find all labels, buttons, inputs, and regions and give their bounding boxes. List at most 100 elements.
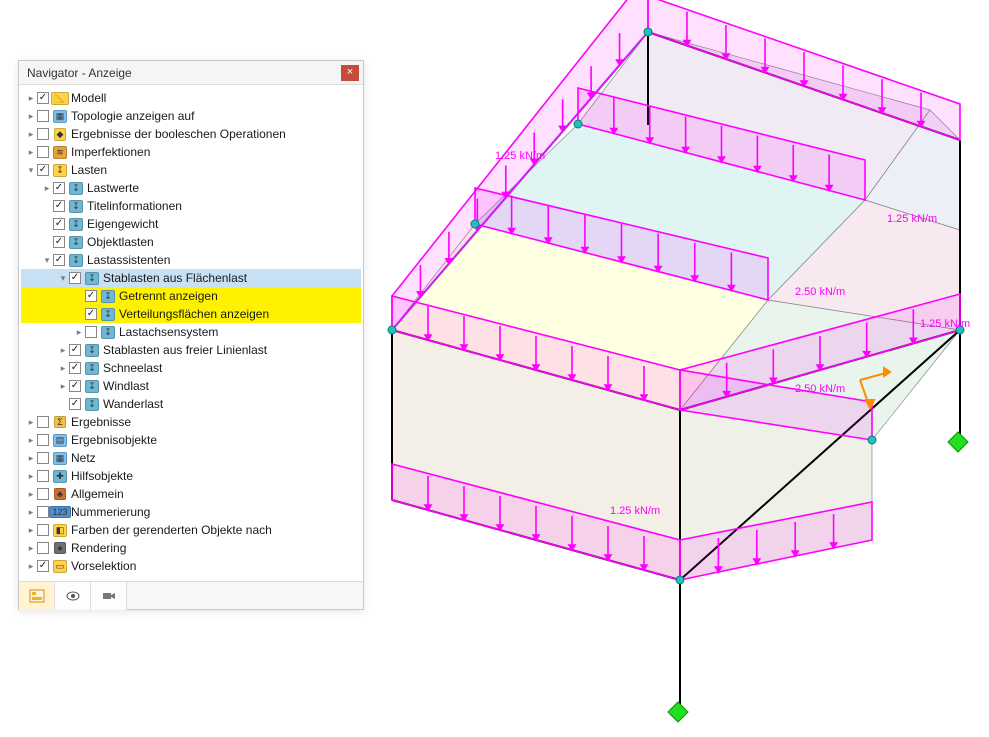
tree-item[interactable]: ▸●Rendering [21, 539, 361, 557]
checkbox[interactable] [37, 524, 49, 536]
checkbox[interactable] [37, 560, 49, 572]
expand-toggle[interactable]: ▸ [25, 93, 37, 104]
tree-item[interactable]: ▾↧Stablasten aus Flächenlast [21, 269, 361, 287]
expand-toggle[interactable]: ▸ [25, 561, 37, 572]
checkbox[interactable] [69, 362, 81, 374]
expand-toggle[interactable]: ▸ [25, 489, 37, 500]
checkbox[interactable] [53, 182, 65, 194]
tree-item[interactable]: ▸123Nummerierung [21, 503, 361, 521]
node-marker[interactable] [676, 576, 684, 584]
checkbox[interactable] [85, 290, 97, 302]
checkbox[interactable] [69, 272, 81, 284]
tree-item[interactable]: ▸▦Netz [21, 449, 361, 467]
tree-item[interactable]: ▸▭Vorselektion [21, 557, 361, 575]
tree-item[interactable]: ↧Objektlasten [21, 233, 361, 251]
tree-item[interactable]: ↧Verteilungsflächen anzeigen [21, 305, 361, 323]
panel-header: Navigator - Anzeige × [19, 61, 363, 85]
checkbox[interactable] [37, 542, 49, 554]
checkbox[interactable] [69, 398, 81, 410]
model-icon: 📐 [52, 91, 68, 105]
checkbox[interactable] [37, 506, 49, 518]
navigator-panel: Navigator - Anzeige × ▸📐Modell▸▦Topologi… [18, 60, 364, 610]
tree-item[interactable]: ↧Getrennt anzeigen [21, 287, 361, 305]
tree-item[interactable]: ↧Titelinformationen [21, 197, 361, 215]
tree-item[interactable]: ↧Wanderlast [21, 395, 361, 413]
tree-item-label: Schneelast [103, 361, 162, 375]
node-marker[interactable] [471, 220, 479, 228]
tree-item-label: Allgemein [71, 487, 124, 501]
tree-item[interactable]: ▾↧Lastassistenten [21, 251, 361, 269]
node-marker[interactable] [644, 28, 652, 36]
load-value-label: 2.50 kN/m [795, 286, 845, 298]
checkbox[interactable] [53, 200, 65, 212]
support-marker[interactable] [948, 432, 968, 452]
checkbox[interactable] [37, 452, 49, 464]
expand-toggle[interactable]: ▸ [25, 507, 37, 518]
expand-toggle[interactable]: ▾ [41, 255, 53, 266]
checkbox[interactable] [37, 164, 49, 176]
expand-toggle[interactable]: ▸ [57, 345, 69, 356]
tree-item[interactable]: ▾↧Lasten [21, 161, 361, 179]
node-marker[interactable] [574, 120, 582, 128]
checkbox[interactable] [37, 110, 49, 122]
tree-item[interactable]: ▸✚Hilfsobjekte [21, 467, 361, 485]
checkbox[interactable] [37, 128, 49, 140]
footer-tab-views[interactable] [55, 582, 91, 610]
expand-toggle[interactable]: ▸ [57, 381, 69, 392]
expand-toggle[interactable]: ▸ [41, 183, 53, 194]
checkbox[interactable] [53, 254, 65, 266]
tree-item[interactable]: ▸ΣErgebnisse [21, 413, 361, 431]
tree-item[interactable]: ↧Eigengewicht [21, 215, 361, 233]
expand-toggle[interactable]: ▸ [25, 147, 37, 158]
tree-item[interactable]: ▸▤Ergebnisobjekte [21, 431, 361, 449]
tree-item-label: Windlast [103, 379, 149, 393]
node-marker[interactable] [868, 436, 876, 444]
checkbox[interactable] [53, 236, 65, 248]
expand-toggle[interactable]: ▸ [25, 417, 37, 428]
checkbox[interactable] [37, 434, 49, 446]
model-viewport[interactable]: 1.25 kN/m1.25 kN/m2.50 kN/m1.25 kN/m2.50… [370, 0, 988, 734]
tree-item-label: Rendering [71, 541, 126, 555]
tree-item[interactable]: ▸↧Stablasten aus freier Linienlast [21, 341, 361, 359]
checkbox[interactable] [37, 416, 49, 428]
expand-toggle[interactable]: ▸ [25, 129, 37, 140]
expand-toggle[interactable]: ▸ [57, 363, 69, 374]
tree-item[interactable]: ▸↧Windlast [21, 377, 361, 395]
checkbox[interactable] [53, 218, 65, 230]
expand-toggle[interactable]: ▸ [25, 435, 37, 446]
expand-toggle[interactable]: ▾ [25, 165, 37, 176]
expand-toggle[interactable]: ▸ [25, 471, 37, 482]
tree-item[interactable]: ▸↧Schneelast [21, 359, 361, 377]
checkbox[interactable] [37, 92, 49, 104]
support-marker[interactable] [668, 702, 688, 722]
checkbox[interactable] [85, 308, 97, 320]
footer-tab-navigator[interactable] [19, 582, 55, 610]
close-button[interactable]: × [341, 65, 359, 81]
tree-item[interactable]: ▸◧Farben der gerenderten Objekte nach [21, 521, 361, 539]
tree-item[interactable]: ▸◆Ergebnisse der booleschen Operationen [21, 125, 361, 143]
results-icon: Σ [52, 415, 68, 429]
load-icon: ↧ [100, 307, 116, 321]
expand-toggle[interactable]: ▾ [57, 273, 69, 284]
presel-icon: ▭ [52, 559, 68, 573]
checkbox[interactable] [37, 146, 49, 158]
expand-toggle[interactable]: ▸ [25, 453, 37, 464]
expand-toggle[interactable]: ▸ [25, 111, 37, 122]
node-marker[interactable] [388, 326, 396, 334]
expand-toggle[interactable]: ▸ [25, 525, 37, 536]
tree-item[interactable]: ▸↧Lastachsensystem [21, 323, 361, 341]
footer-tab-camera[interactable] [91, 582, 127, 610]
tree-item[interactable]: ▸📐Modell [21, 89, 361, 107]
checkbox[interactable] [37, 488, 49, 500]
checkbox[interactable] [69, 380, 81, 392]
tree-item[interactable]: ▸↧Lastwerte [21, 179, 361, 197]
tree-item[interactable]: ▸♣Allgemein [21, 485, 361, 503]
expand-toggle[interactable]: ▸ [73, 327, 85, 338]
checkbox[interactable] [85, 326, 97, 338]
camera-icon [101, 589, 117, 603]
checkbox[interactable] [69, 344, 81, 356]
tree-item[interactable]: ▸≋Imperfektionen [21, 143, 361, 161]
checkbox[interactable] [37, 470, 49, 482]
tree-item[interactable]: ▸▦Topologie anzeigen auf [21, 107, 361, 125]
expand-toggle[interactable]: ▸ [25, 543, 37, 554]
